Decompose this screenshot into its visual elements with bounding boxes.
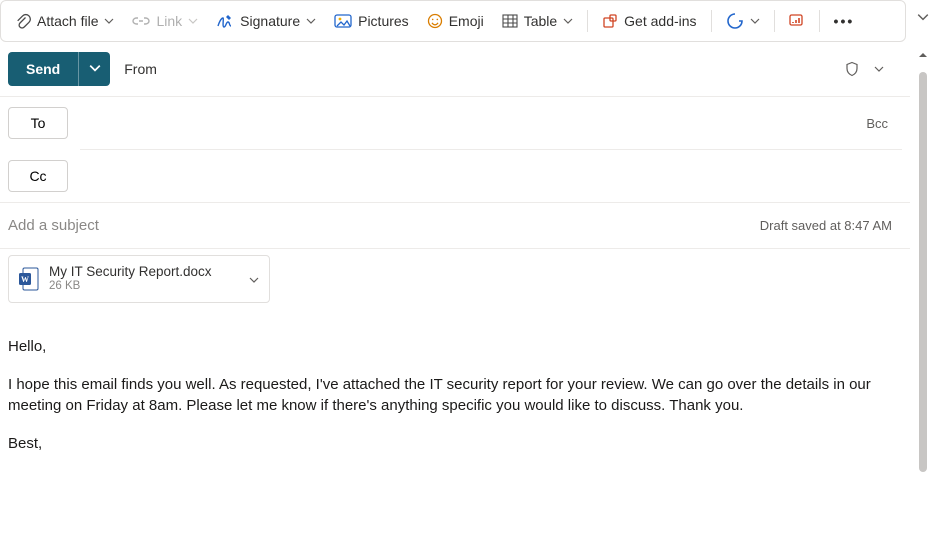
- signature-label: Signature: [240, 13, 300, 29]
- to-input[interactable]: [80, 111, 854, 135]
- scroll-up-button[interactable]: [914, 46, 932, 64]
- word-doc-icon: W: [19, 267, 39, 291]
- attachment-meta: My IT Security Report.docx 26 KB: [49, 264, 239, 294]
- addins-icon: [602, 13, 618, 29]
- cc-row: Cc: [0, 150, 910, 202]
- send-button[interactable]: Send: [8, 52, 78, 86]
- attach-file-label: Attach file: [37, 13, 98, 29]
- subject-row: Draft saved at 8:47 AM: [0, 203, 910, 248]
- toolbar-separator: [774, 10, 775, 32]
- toolbar-separator: [711, 10, 712, 32]
- poll-icon: [789, 14, 805, 28]
- emoji-button[interactable]: Emoji: [419, 5, 492, 37]
- svg-text:W: W: [21, 275, 29, 284]
- scrollbar-thumb[interactable]: [919, 72, 927, 472]
- shield-icon[interactable]: [844, 61, 860, 77]
- cc-button[interactable]: Cc: [8, 160, 68, 192]
- loop-button[interactable]: [718, 5, 768, 37]
- attachment-area: W My IT Security Report.docx 26 KB: [0, 249, 910, 303]
- link-button: Link: [124, 5, 206, 37]
- attach-file-button[interactable]: Attach file: [7, 5, 122, 37]
- chevron-down-icon: [306, 16, 316, 26]
- from-label[interactable]: From: [124, 61, 157, 77]
- link-label: Link: [156, 13, 182, 29]
- draft-status: Draft saved at 8:47 AM: [760, 218, 902, 233]
- to-button[interactable]: To: [8, 107, 68, 139]
- chevron-down-icon[interactable]: [874, 64, 884, 74]
- send-row: Send From: [0, 42, 910, 96]
- send-options-button[interactable]: [78, 52, 110, 86]
- right-scroll-region: [910, 0, 935, 551]
- emoji-label: Emoji: [449, 13, 484, 29]
- pictures-button[interactable]: Pictures: [326, 5, 417, 37]
- signature-icon: [216, 13, 234, 29]
- compose-toolbar: Attach file Link Signature Pictures: [0, 0, 906, 42]
- poll-button[interactable]: [781, 5, 813, 37]
- signature-button[interactable]: Signature: [208, 5, 324, 37]
- chevron-down-icon: [89, 62, 101, 77]
- chevron-down-icon: [188, 16, 198, 26]
- chevron-down-icon[interactable]: [249, 274, 259, 284]
- body-signoff: Best,: [8, 434, 902, 454]
- chevron-down-icon: [104, 16, 114, 26]
- toolbar-overflow-button[interactable]: •••: [826, 5, 863, 37]
- emoji-icon: [427, 13, 443, 29]
- toolbar-separator: [587, 10, 588, 32]
- ellipsis-icon: •••: [834, 13, 855, 29]
- attachment-size: 26 KB: [49, 280, 239, 294]
- addins-label: Get add-ins: [624, 13, 696, 29]
- body-greeting: Hello,: [8, 337, 902, 357]
- ribbon-collapse-chevron[interactable]: [914, 8, 932, 26]
- table-label: Table: [524, 13, 557, 29]
- cc-input[interactable]: [80, 164, 902, 188]
- attachment-name: My IT Security Report.docx: [49, 264, 239, 280]
- table-icon: [502, 14, 518, 28]
- loop-icon: [726, 12, 744, 30]
- body-paragraph: I hope this email finds you well. As req…: [8, 375, 902, 416]
- scrollbar-track[interactable]: [917, 72, 929, 551]
- to-row: To Bcc: [0, 97, 910, 149]
- pictures-label: Pictures: [358, 13, 409, 29]
- attachment-chip[interactable]: W My IT Security Report.docx 26 KB: [8, 255, 270, 303]
- bcc-toggle[interactable]: Bcc: [866, 116, 902, 131]
- subject-input[interactable]: [8, 217, 748, 234]
- link-icon: [132, 14, 150, 28]
- chevron-down-icon: [750, 16, 760, 26]
- pictures-icon: [334, 14, 352, 28]
- paperclip-icon: [15, 13, 31, 29]
- send-split-button: Send: [8, 52, 110, 86]
- toolbar-separator: [819, 10, 820, 32]
- message-body[interactable]: Hello, I hope this email finds you well.…: [0, 303, 910, 462]
- get-addins-button[interactable]: Get add-ins: [594, 5, 704, 37]
- table-button[interactable]: Table: [494, 5, 581, 37]
- chevron-down-icon: [563, 16, 573, 26]
